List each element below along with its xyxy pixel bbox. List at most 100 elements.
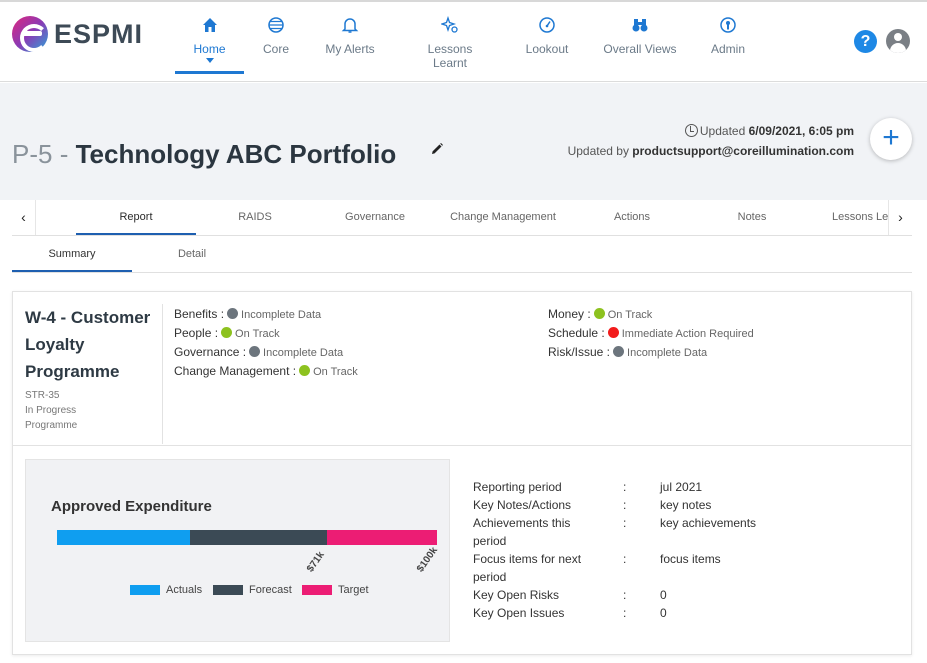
- info-value: 0: [660, 606, 667, 620]
- nav-admin[interactable]: Admin: [708, 16, 748, 72]
- status-dot-icon: [227, 308, 239, 319]
- tab-notes[interactable]: Notes: [694, 200, 810, 235]
- status-dot-icon: [613, 346, 625, 357]
- user-avatar-icon[interactable]: [886, 29, 910, 53]
- status-value: Incomplete Data: [241, 309, 322, 321]
- home-icon: [175, 16, 244, 38]
- legend-forecast: Forecast: [213, 584, 292, 596]
- status-dot-icon: [221, 327, 233, 338]
- legend-label: Forecast: [249, 584, 292, 596]
- info-value: focus items: [660, 552, 721, 566]
- info-colon: :: [623, 552, 627, 566]
- status-dot-icon: [607, 327, 619, 338]
- status-label: Risk/Issue :: [548, 345, 611, 359]
- status-label: Governance :: [174, 345, 247, 359]
- updated-by-line: Updated by productsupport@coreilluminati…: [568, 141, 854, 161]
- info-key: Achievements this period: [473, 516, 571, 548]
- admin-icon: [708, 16, 748, 38]
- status-label: Benefits :: [174, 307, 225, 321]
- info-colon: :: [623, 588, 627, 602]
- tab-actions[interactable]: Actions: [570, 200, 694, 235]
- programme-type: Programme: [25, 420, 78, 431]
- info-value: key achievements: [660, 516, 757, 530]
- clock-icon: [684, 124, 698, 137]
- status-label: People :: [174, 326, 219, 340]
- status-dot-icon: [593, 308, 605, 319]
- status-benefits: Benefits : Incomplete Data: [174, 305, 358, 324]
- nav-lessons-learnt[interactable]: Lessons Learnt: [409, 15, 491, 72]
- info-colon: :: [623, 516, 627, 530]
- nav-overall-views-label: Overall Views: [603, 42, 677, 56]
- tab-governance[interactable]: Governance: [314, 200, 436, 235]
- info-key: Focus items for next period: [473, 552, 582, 584]
- page-title: P-5 - Technology ABC Portfolio: [12, 139, 396, 170]
- page-code: P-5: [12, 139, 53, 169]
- update-info: Updated 6/09/2021, 6:05 pm Updated by pr…: [568, 121, 854, 161]
- status-value: Immediate Action Required: [621, 328, 754, 340]
- tab-report[interactable]: Report: [76, 200, 196, 235]
- legend-target: Target: [302, 584, 369, 596]
- nav-lookout-label: Lookout: [525, 42, 569, 56]
- nav-core-label: Core: [262, 42, 289, 56]
- report-subtabs: Summary Detail: [12, 237, 912, 273]
- card-divider: [162, 304, 163, 444]
- binoculars-icon: [603, 16, 677, 38]
- info-value: jul 2021: [660, 480, 703, 494]
- report-tabs: ‹ Report RAIDS Governance Change Managem…: [12, 200, 912, 236]
- status-change-management: Change Management : On Track: [174, 362, 358, 381]
- nav-lookout[interactable]: Lookout: [523, 16, 571, 72]
- status-people: People : On Track: [174, 324, 358, 343]
- info-value: 0: [660, 588, 667, 602]
- nav-admin-label: Admin: [710, 42, 745, 56]
- bar-segment-forecast: [190, 530, 327, 545]
- tab-lessons-learnt[interactable]: Lessons Le: [832, 200, 888, 235]
- nav-home[interactable]: Home: [175, 16, 244, 74]
- page-name: Technology ABC Portfolio: [75, 139, 397, 169]
- gauge-icon: [523, 16, 571, 38]
- nav-overall-views[interactable]: Overall Views: [603, 16, 677, 72]
- status-dot-icon: [249, 346, 261, 357]
- status-dot-icon: [299, 365, 311, 376]
- tabs-scroll-right-icon[interactable]: ›: [888, 200, 912, 235]
- programme-card: W-4 - Customer Loyalty Programme STR-35 …: [12, 291, 912, 655]
- nav-lessons-learnt-label: Lessons Learnt: [427, 42, 473, 70]
- subtab-summary[interactable]: Summary: [12, 237, 132, 272]
- chevron-down-icon: [205, 58, 214, 63]
- card-section-divider: [13, 445, 911, 446]
- nav-my-alerts[interactable]: My Alerts: [321, 16, 379, 72]
- programme-title: W-4 - Customer Loyalty Programme: [25, 308, 151, 381]
- legend-label: Actuals: [166, 584, 203, 596]
- programme-status: In Progress: [25, 405, 77, 416]
- updated-by-prefix: Updated by: [567, 144, 633, 158]
- info-colon: :: [623, 498, 627, 512]
- status-risk-issue: Risk/Issue : Incomplete Data: [548, 343, 754, 362]
- add-button[interactable]: +: [870, 118, 912, 160]
- globe-icon: [255, 16, 297, 38]
- expenditure-bar: $71k $100k: [57, 530, 440, 574]
- tabs-scroll-left-icon[interactable]: ‹: [12, 200, 36, 235]
- subtab-detail[interactable]: Detail: [132, 237, 252, 272]
- tick-label: $71k: [304, 549, 327, 575]
- status-governance: Governance : Incomplete Data: [174, 343, 358, 362]
- legend-swatch: [130, 585, 160, 595]
- nav-core[interactable]: Core: [255, 16, 297, 72]
- legend-swatch: [302, 585, 332, 595]
- updated-prefix: Updated: [699, 124, 749, 138]
- edit-pencil-icon[interactable]: [430, 142, 444, 156]
- top-navigation-bar: ESPMI Home Core My Alerts Lessons Learnt…: [0, 0, 927, 82]
- espmi-logo[interactable]: ESPMI: [12, 14, 143, 54]
- info-key: Key Open Issues: [473, 606, 565, 620]
- status-label: Schedule :: [548, 326, 605, 340]
- tick-label: $100k: [415, 545, 440, 575]
- help-icon[interactable]: ?: [854, 30, 877, 53]
- status-value: On Track: [607, 309, 653, 321]
- updated-by-user: productsupport@coreillumination.com: [632, 144, 854, 158]
- status-value: Incomplete Data: [263, 347, 344, 359]
- info-value: key notes: [660, 498, 712, 512]
- status-list-left: Benefits : Incomplete Data People : On Tra…: [174, 305, 358, 381]
- tab-raids[interactable]: RAIDS: [196, 200, 314, 235]
- status-value: Incomplete Data: [627, 347, 708, 359]
- chart-title: Approved Expenditure: [51, 498, 212, 515]
- tab-change-management[interactable]: Change Management: [436, 200, 570, 235]
- logo-text: ESPMI: [54, 18, 144, 49]
